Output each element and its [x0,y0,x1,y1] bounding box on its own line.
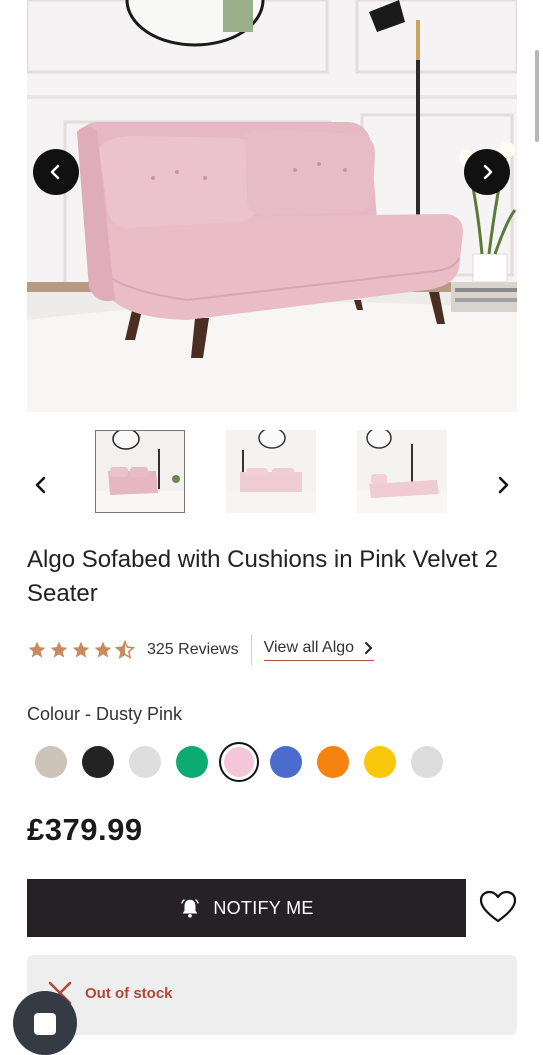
view-all-link[interactable]: View all Algo [263,639,375,661]
chevron-left-icon [35,476,46,494]
swatch-orange[interactable] [309,743,356,781]
colour-label: Colour - Dusty Pink [27,704,183,724]
chat-button[interactable] [13,991,77,1055]
swatch-black[interactable] [74,743,121,781]
chat-icon [34,1013,56,1035]
wishlist-button[interactable] [477,887,519,927]
swatch-light-grey[interactable] [121,743,168,781]
chevron-right-icon [483,164,493,180]
stock-status-panel: Out of stock [27,955,517,1035]
stock-status-text: Out of stock [85,984,173,1002]
star-full-icon [50,641,68,658]
rating-row: 325 Reviews View all Algo [27,635,375,665]
view-all-label: View all Algo [263,639,355,656]
thumbnail-1[interactable] [95,430,185,513]
chevron-right-icon [498,476,509,494]
notify-me-label: NOTIFY ME [213,897,314,918]
notify-me-button[interactable]: NOTIFY ME [27,879,466,937]
swatch-silver[interactable] [403,743,450,781]
product-title: Algo Sofabed with Cushions in Pink Velve… [27,546,498,607]
hero-prev-button[interactable] [33,149,79,195]
thumbnail-3[interactable] [357,430,447,513]
star-full-icon [72,641,90,658]
thumbnail-2[interactable] [226,430,316,513]
swatch-color [34,746,67,778]
swatch-blue[interactable] [262,743,309,781]
swatch-color [128,746,161,778]
swatch-color [81,746,114,778]
swatch-color [410,746,443,778]
star-rating [27,640,135,660]
product-price: £379.99 [27,812,143,847]
hero-next-button[interactable] [464,149,510,195]
swatch-color [218,742,259,782]
divider [250,635,252,665]
star-half-icon [115,640,135,660]
swatch-color [175,746,208,778]
reviews-count[interactable]: 325 Reviews [147,641,239,659]
swatch-color [363,746,396,778]
thumbnail-prev-button[interactable] [27,470,55,500]
chevron-right-icon [365,642,373,654]
thumbnail-next-button[interactable] [489,470,517,500]
sofa-photo [27,0,517,412]
swatch-yellow[interactable] [356,743,403,781]
star-full-icon [28,641,46,658]
star-full-icon [94,641,112,658]
chevron-left-icon [50,164,60,180]
swatch-color [269,746,302,778]
swatch-green[interactable] [168,743,215,781]
colour-swatches [27,742,450,782]
bell-icon [181,899,200,918]
page-scrollbar[interactable] [535,50,539,142]
swatch-dusty-pink[interactable] [215,742,262,782]
heart-icon [479,890,517,923]
swatch-beige[interactable] [27,743,74,781]
swatch-color [316,746,349,778]
product-main-image[interactable] [27,0,517,412]
